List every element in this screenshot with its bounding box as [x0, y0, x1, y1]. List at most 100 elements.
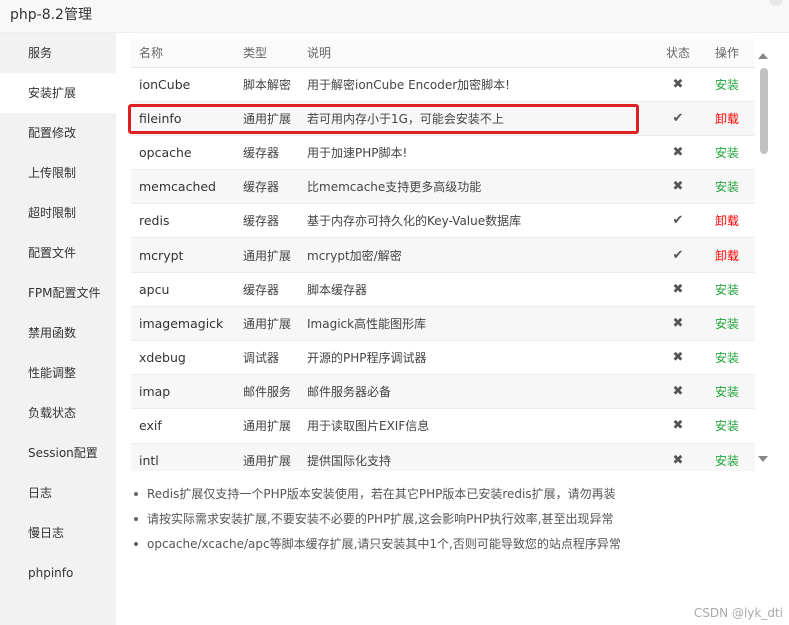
extension-type: 脚本解密	[235, 67, 299, 102]
extension-name: exif	[131, 408, 235, 444]
sidebar-item[interactable]: Session配置	[0, 433, 116, 473]
op-cell: 安装	[699, 408, 755, 444]
install-button[interactable]: 安装	[715, 385, 739, 399]
extension-type: 通用扩展	[235, 237, 299, 273]
close-icon[interactable]	[769, 0, 783, 6]
op-cell: 安装	[699, 306, 755, 342]
tip-item: opcache/xcache/apc等脚本缓存扩展,请只安装其中1个,否则可能导…	[134, 535, 621, 560]
sidebar-item[interactable]: 配置文件	[0, 233, 116, 273]
sidebar-item[interactable]: FPM配置文件	[0, 273, 116, 313]
sidebar-item[interactable]: 性能调整	[0, 353, 116, 393]
extension-name: intl	[131, 443, 235, 471]
sidebar-item[interactable]: phpinfo	[0, 553, 116, 593]
extension-name: ionCube	[131, 67, 235, 102]
extension-type: 缓存器	[235, 272, 299, 307]
install-button[interactable]: 安装	[715, 283, 739, 297]
tips-list: Redis扩展仅支持一个PHP版本安装使用，若在其它PHP版本已安装redis扩…	[134, 485, 621, 560]
header-type: 类型	[235, 39, 299, 68]
extension-type: 通用扩展	[235, 306, 299, 342]
extension-desc: 基于内存亦可持久化的Key-Value数据库	[299, 203, 657, 239]
extension-name: imap	[131, 374, 235, 410]
status-icon: ✔	[657, 237, 699, 273]
extension-type: 缓存器	[235, 169, 299, 205]
sidebar-item[interactable]: 日志	[0, 473, 116, 513]
uninstall-button[interactable]: 卸载	[715, 249, 739, 263]
window-title: php-8.2管理	[10, 7, 92, 23]
sidebar-item[interactable]: 慢日志	[0, 513, 116, 553]
install-button[interactable]: 安装	[715, 78, 739, 92]
extension-name: redis	[131, 203, 235, 239]
table-row: intl 通用扩展 提供国际化支持 ✖ 安装	[131, 443, 755, 471]
uninstall-button[interactable]: 卸载	[715, 112, 739, 126]
extension-desc: 用于读取图片EXIF信息	[299, 408, 657, 444]
sidebar-item[interactable]: 安装扩展	[0, 73, 116, 113]
tip-item: Redis扩展仅支持一个PHP版本安装使用，若在其它PHP版本已安装redis扩…	[134, 485, 621, 510]
sidebar-item[interactable]: 超时限制	[0, 193, 116, 233]
op-cell: 安装	[699, 340, 755, 376]
extensions-table: 名称 类型 说明 状态 操作 ionCube 脚本解密 用于解密ionCube En…	[131, 39, 755, 471]
op-cell: 安装	[699, 272, 755, 307]
main-panel: 名称 类型 说明 状态 操作 ionCube 脚本解密 用于解密ionCube En…	[116, 33, 789, 625]
header-desc: 说明	[299, 39, 657, 68]
status-icon: ✖	[657, 408, 699, 444]
extension-name: xdebug	[131, 340, 235, 376]
status-icon: ✖	[657, 169, 699, 205]
table-row: imap 邮件服务 邮件服务器必备 ✖ 安装	[131, 374, 755, 410]
status-icon: ✖	[657, 340, 699, 376]
sidebar-item[interactable]: 服务	[0, 33, 116, 73]
sidebar-item[interactable]: 上传限制	[0, 153, 116, 193]
status-icon: ✖	[657, 443, 699, 471]
watermark: CSDN @lyk_dti	[693, 606, 783, 620]
install-button[interactable]: 安装	[715, 351, 739, 365]
table-row: redis 缓存器 基于内存亦可持久化的Key-Value数据库 ✔ 卸载	[131, 203, 755, 239]
install-button[interactable]: 安装	[715, 419, 739, 433]
op-cell: 安装	[699, 169, 755, 205]
scroll-down-icon[interactable]	[758, 456, 768, 462]
extension-desc: 比memcache支持更多高级功能	[299, 169, 657, 205]
table-row: fileinfo 通用扩展 若可用内存小于1G，可能会安装不上 ✔ 卸载	[131, 101, 755, 136]
extension-type: 通用扩展	[235, 408, 299, 444]
extension-desc: Imagick高性能图形库	[299, 306, 657, 342]
table-row: imagemagick 通用扩展 Imagick高性能图形库 ✖ 安装	[131, 306, 755, 342]
install-button[interactable]: 安装	[715, 317, 739, 331]
table-row: exif 通用扩展 用于读取图片EXIF信息 ✖ 安装	[131, 408, 755, 444]
extension-desc: 用于加速PHP脚本!	[299, 135, 657, 171]
sidebar: 服务 安装扩展 配置修改 上传限制 超时限制 配置文件 FPM配置文件 禁用函数 性能调整 负载状…	[0, 33, 116, 625]
status-icon: ✖	[657, 374, 699, 410]
header-status: 状态	[657, 39, 699, 68]
extension-desc: mcrypt加密/解密	[299, 237, 657, 273]
extension-type: 调试器	[235, 340, 299, 376]
extension-name: imagemagick	[131, 306, 235, 342]
sidebar-item[interactable]: 禁用函数	[0, 313, 116, 353]
status-icon: ✔	[657, 101, 699, 136]
scroll-up-icon[interactable]	[758, 53, 768, 59]
table-row: mcrypt 通用扩展 mcrypt加密/解密 ✔ 卸载	[131, 237, 755, 273]
table-scrollbar[interactable]	[756, 49, 770, 466]
extension-name: apcu	[131, 272, 235, 307]
table-row: apcu 缓存器 脚本缓存器 ✖ 安装	[131, 272, 755, 307]
extension-type: 缓存器	[235, 135, 299, 171]
extension-type: 通用扩展	[235, 443, 299, 471]
status-icon: ✖	[657, 135, 699, 171]
extension-name: opcache	[131, 135, 235, 171]
scroll-thumb[interactable]	[760, 68, 768, 154]
install-button[interactable]: 安装	[715, 180, 739, 194]
op-cell: 安装	[699, 374, 755, 410]
sidebar-item[interactable]: 配置修改	[0, 113, 116, 153]
extension-type: 缓存器	[235, 203, 299, 239]
install-button[interactable]: 安装	[715, 454, 739, 468]
header-op: 操作	[699, 39, 755, 68]
sidebar-item[interactable]: 负载状态	[0, 393, 116, 433]
extension-desc: 脚本缓存器	[299, 272, 657, 307]
extension-name: mcrypt	[131, 237, 235, 273]
table-header-row: 名称 类型 说明 状态 操作	[131, 39, 755, 68]
extension-desc: 用于解密ionCube Encoder加密脚本!	[299, 67, 657, 102]
table-row: opcache 缓存器 用于加速PHP脚本! ✖ 安装	[131, 135, 755, 171]
uninstall-button[interactable]: 卸载	[715, 214, 739, 228]
extensions-table-container[interactable]: 名称 类型 说明 状态 操作 ionCube 脚本解密 用于解密ionCube En…	[131, 39, 755, 471]
status-icon: ✖	[657, 67, 699, 102]
install-button[interactable]: 安装	[715, 146, 739, 160]
status-icon: ✔	[657, 203, 699, 239]
op-cell: 卸载	[699, 101, 755, 136]
table-row: ionCube 脚本解密 用于解密ionCube Encoder加密脚本! ✖ 安装	[131, 67, 755, 102]
